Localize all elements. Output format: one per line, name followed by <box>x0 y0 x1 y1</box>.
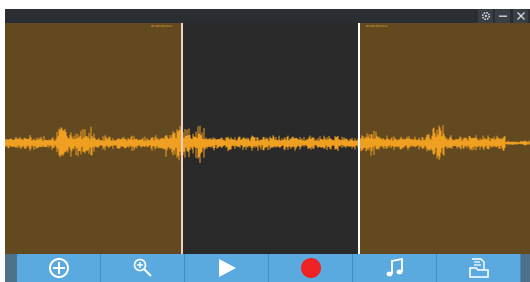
open-file-button[interactable] <box>437 254 521 282</box>
zoom-in-icon <box>133 258 152 277</box>
title-bar <box>5 9 530 23</box>
toolbar-left-edge <box>5 254 17 282</box>
plus-circle-icon <box>48 258 69 278</box>
gear-icon <box>481 11 490 21</box>
music-note-icon <box>386 257 403 277</box>
selection-start-marker[interactable] <box>181 23 183 263</box>
toolbar-right-edge <box>521 254 530 282</box>
record-icon <box>300 258 321 278</box>
play-button[interactable] <box>185 254 269 282</box>
audio-editor-window: 0h:00m00s:0ms 0h:00m00s:0ms <box>5 9 530 282</box>
record-button[interactable] <box>269 254 353 282</box>
play-icon <box>218 259 236 277</box>
minimize-button[interactable] <box>495 9 510 23</box>
add-button[interactable] <box>17 254 101 282</box>
folder-icon <box>468 258 489 278</box>
settings-button[interactable] <box>478 9 493 23</box>
close-button[interactable] <box>513 9 528 23</box>
waveform <box>5 125 530 163</box>
bottom-toolbar <box>5 254 530 282</box>
close-icon <box>516 12 525 20</box>
music-button[interactable] <box>353 254 437 282</box>
waveform-trace <box>5 125 530 163</box>
minimize-icon <box>498 15 507 17</box>
waveform-view[interactable]: 0h:00m00s:0ms 0h:00m00s:0ms <box>5 23 530 263</box>
zoom-button[interactable] <box>101 254 185 282</box>
selection-end-marker[interactable] <box>358 23 360 263</box>
